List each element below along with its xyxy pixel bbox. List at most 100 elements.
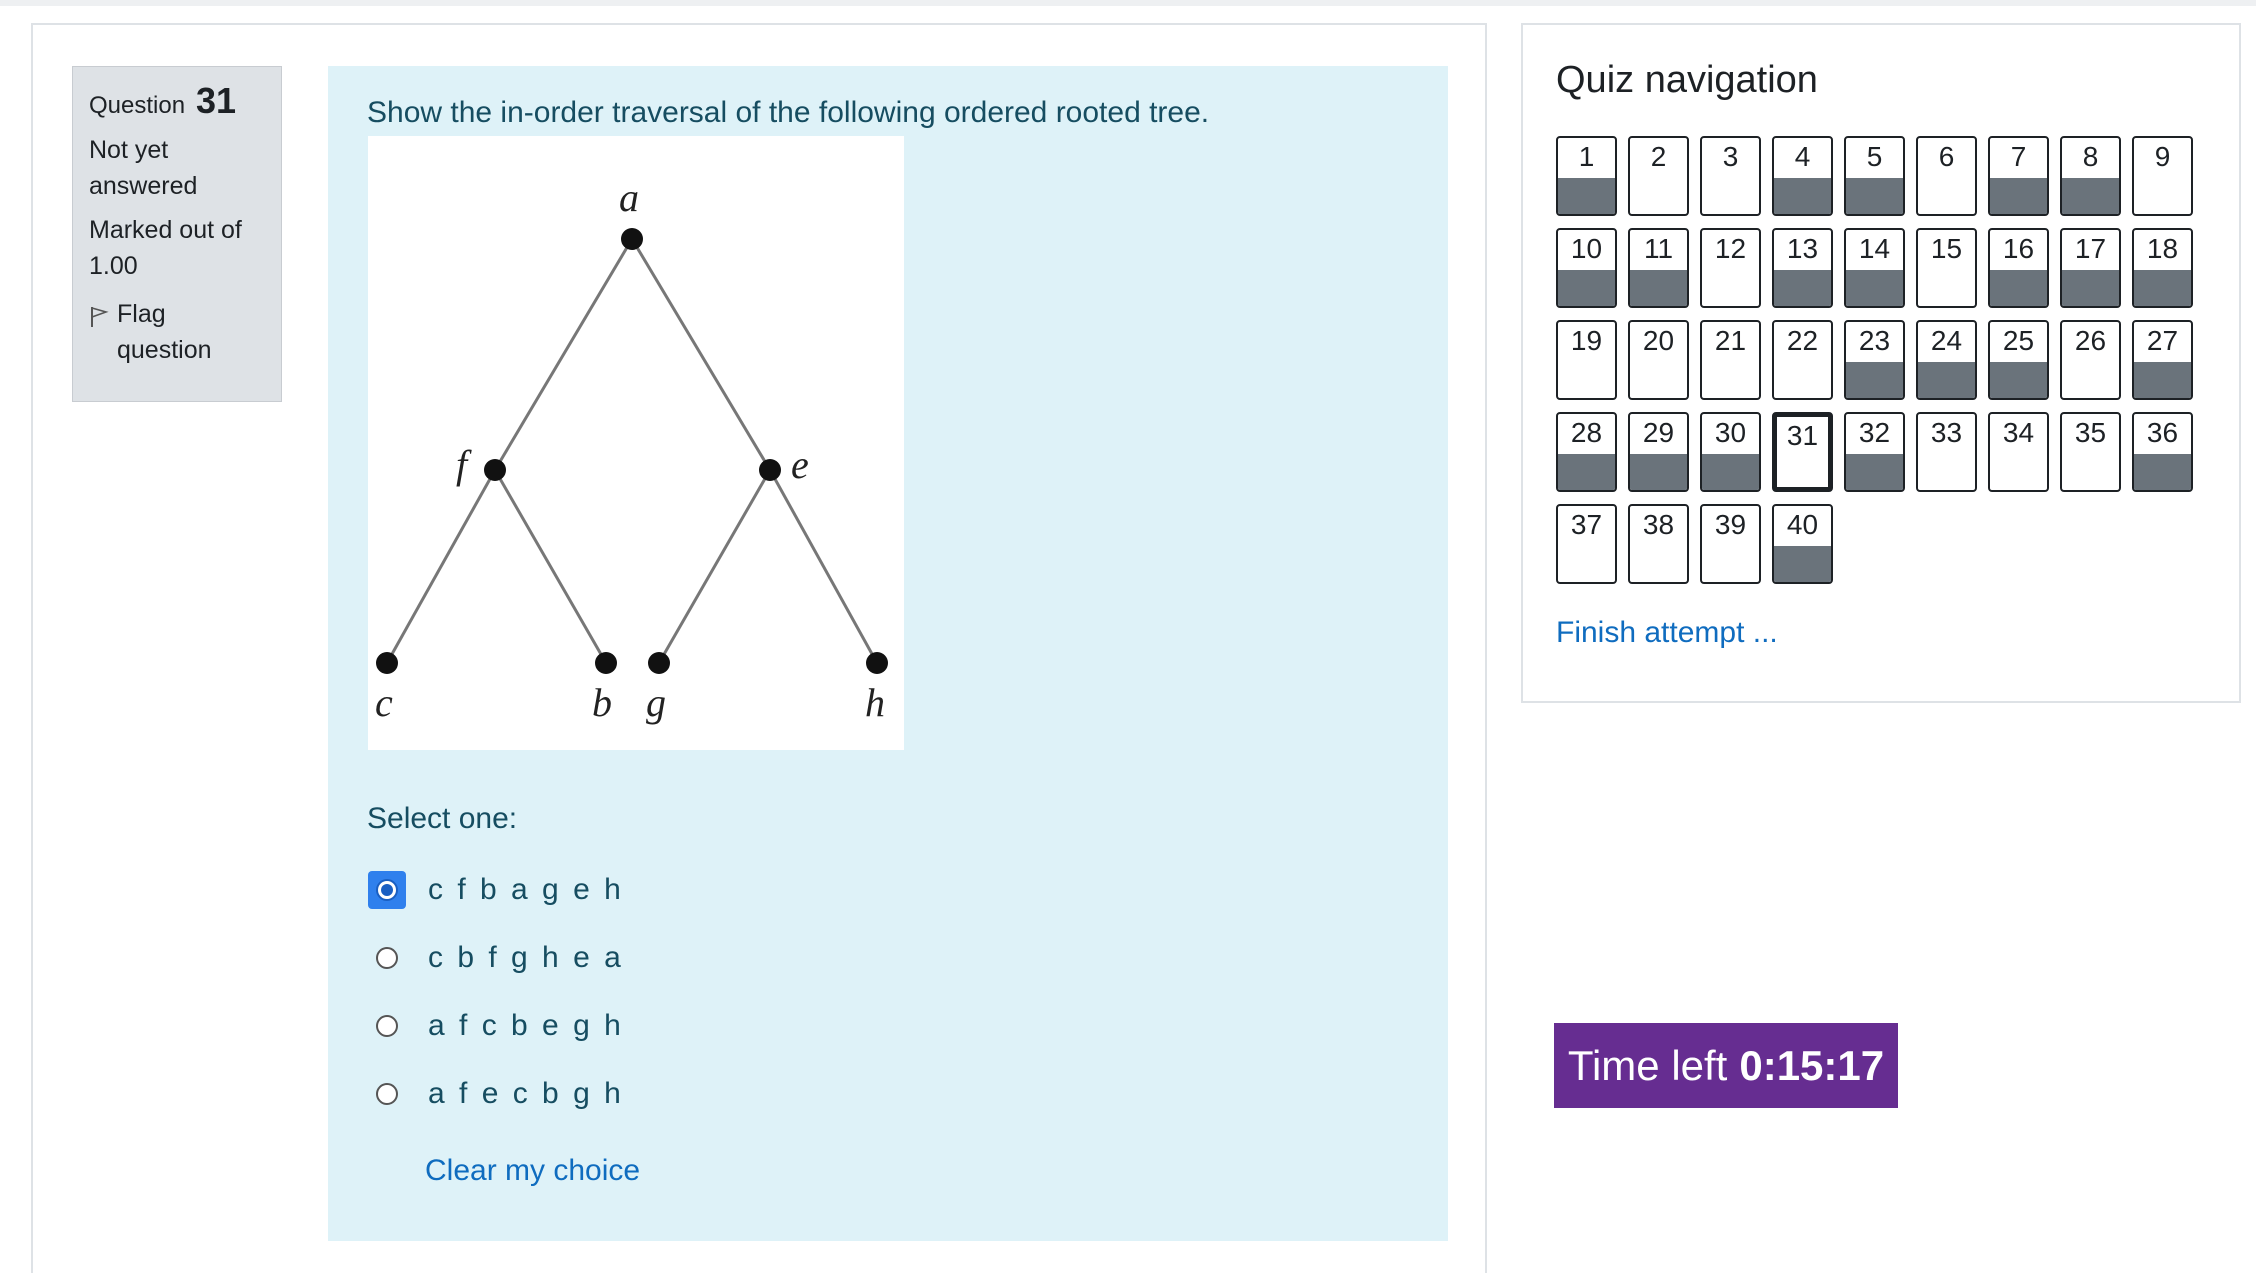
quiz-nav-button-9[interactable]: 9 [2132,136,2193,216]
quiz-nav-button-18[interactable]: 18 [2132,228,2193,308]
quiz-nav-button-33[interactable]: 33 [1916,412,1977,492]
quiz-nav-button-16[interactable]: 16 [1988,228,2049,308]
tree-node-g [648,652,670,674]
answered-indicator [1990,178,2047,214]
timer-label: Time left [1567,1041,1728,1089]
quiz-nav-button-2[interactable]: 2 [1628,136,1689,216]
answer-option-3[interactable]: a f c b e g h [376,1006,624,1046]
answered-indicator [1702,454,1759,490]
finish-attempt-link[interactable]: Finish attempt ... [1556,616,1778,650]
quiz-nav-number: 37 [1570,509,1603,540]
quiz-nav-button-37[interactable]: 37 [1556,504,1617,584]
quiz-nav-button-28[interactable]: 28 [1556,412,1617,492]
quiz-nav-button-11[interactable]: 11 [1628,228,1689,308]
timer-value: 0:15:17 [1739,1041,1885,1089]
quiz-nav-number: 6 [1938,141,1955,172]
quiz-nav-button-7[interactable]: 7 [1988,136,2049,216]
quiz-nav-button-14[interactable]: 14 [1844,228,1905,308]
radio-button[interactable] [376,1083,398,1105]
quiz-nav-button-24[interactable]: 24 [1916,320,1977,400]
quiz-nav-button-32[interactable]: 32 [1844,412,1905,492]
quiz-nav-button-38[interactable]: 38 [1628,504,1689,584]
quiz-nav-button-31[interactable]: 31 [1772,412,1833,492]
clear-choice-link[interactable]: Clear my choice [425,1154,640,1188]
flag-question-link[interactable]: Flag question [89,296,265,368]
quiz-nav-button-8[interactable]: 8 [2060,136,2121,216]
quiz-nav-button-40[interactable]: 40 [1772,504,1833,584]
quiz-nav-number: 20 [1642,325,1675,356]
quiz-nav-button-22[interactable]: 22 [1772,320,1833,400]
quiz-nav-button-5[interactable]: 5 [1844,136,1905,216]
quiz-nav-button-30[interactable]: 30 [1700,412,1761,492]
quiz-nav-button-20[interactable]: 20 [1628,320,1689,400]
quiz-nav-number: 12 [1714,233,1747,264]
tree-node-h [866,652,888,674]
quiz-nav-button-39[interactable]: 39 [1700,504,1761,584]
quiz-nav-number: 36 [2146,417,2179,448]
answered-indicator [1774,546,1831,582]
quiz-nav-number: 4 [1794,141,1811,172]
quiz-nav-button-13[interactable]: 13 [1772,228,1833,308]
quiz-nav-number: 2 [1650,141,1667,172]
radio-button[interactable] [376,1015,398,1037]
quiz-nav-number: 29 [1642,417,1675,448]
answered-indicator [2062,178,2119,214]
quiz-nav-button-1[interactable]: 1 [1556,136,1617,216]
quiz-nav-button-12[interactable]: 12 [1700,228,1761,308]
quiz-nav-button-36[interactable]: 36 [2132,412,2193,492]
question-info: Question 31 Not yet answered Marked out … [72,66,282,402]
tree-node-a [621,228,643,250]
radio-button[interactable] [376,947,398,969]
state-line-2: answered [89,172,198,200]
quiz-nav-button-3[interactable]: 3 [1700,136,1761,216]
answered-indicator [1558,454,1615,490]
question-label: Question [89,92,186,119]
marks-line-2: 1.00 [89,252,138,280]
flag-line-1: Flag [117,300,166,328]
quiz-nav-button-35[interactable]: 35 [2060,412,2121,492]
quiz-nav-button-4[interactable]: 4 [1772,136,1833,216]
option-label: c f b a g e h [428,873,624,906]
answered-indicator [2134,362,2191,398]
quiz-nav-number: 19 [1570,325,1603,356]
radio-selected[interactable] [368,871,406,909]
quiz-nav-number: 24 [1930,325,1963,356]
quiz-nav-button-6[interactable]: 6 [1916,136,1977,216]
marks-line-1: Marked out of [89,216,242,244]
top-divider [0,0,2256,6]
option-label: a f e c b g h [428,1077,624,1110]
quiz-nav-button-21[interactable]: 21 [1700,320,1761,400]
quiz-nav-button-23[interactable]: 23 [1844,320,1905,400]
quiz-nav-number: 26 [2074,325,2107,356]
answered-indicator [1630,270,1687,306]
quiz-nav-button-17[interactable]: 17 [2060,228,2121,308]
quiz-nav-button-27[interactable]: 27 [2132,320,2193,400]
quiz-nav-number: 28 [1570,417,1603,448]
quiz-nav-number: 23 [1858,325,1891,356]
option-label: a f c b e g h [428,1009,624,1042]
node-label-c: c [375,680,393,725]
quiz-nav-number: 40 [1786,509,1819,540]
answered-indicator [1774,178,1831,214]
time-left: Time left 0:15:17 [1554,1023,1898,1108]
quiz-nav-button-26[interactable]: 26 [2060,320,2121,400]
quiz-nav-button-25[interactable]: 25 [1988,320,2049,400]
answer-option-2[interactable]: c b f g h e a [376,938,624,978]
quiz-nav-button-34[interactable]: 34 [1988,412,2049,492]
tree-diagram: a f e c b g h [375,175,888,725]
quiz-nav-button-29[interactable]: 29 [1628,412,1689,492]
quiz-nav-button-19[interactable]: 19 [1556,320,1617,400]
quiz-nav-button-10[interactable]: 10 [1556,228,1617,308]
answer-option-1[interactable]: c f b a g e h [368,870,624,910]
flag-line-2: question [117,336,212,364]
node-label-g: g [646,680,666,725]
answered-indicator [1558,178,1615,214]
question-number: 31 [196,80,237,121]
question-state: Not yet answered [89,132,265,204]
quiz-navigation-panel: Quiz navigation 1 2 3 4 5 6 7 8 9 10 11 12 13 14 15 16 1… [1521,23,2241,703]
tree-node-f [484,459,506,481]
quiz-nav-button-15[interactable]: 15 [1916,228,1977,308]
quiz-nav-number: 8 [2082,141,2099,172]
answer-option-4[interactable]: a f e c b g h [376,1074,624,1114]
answered-indicator [2062,270,2119,306]
